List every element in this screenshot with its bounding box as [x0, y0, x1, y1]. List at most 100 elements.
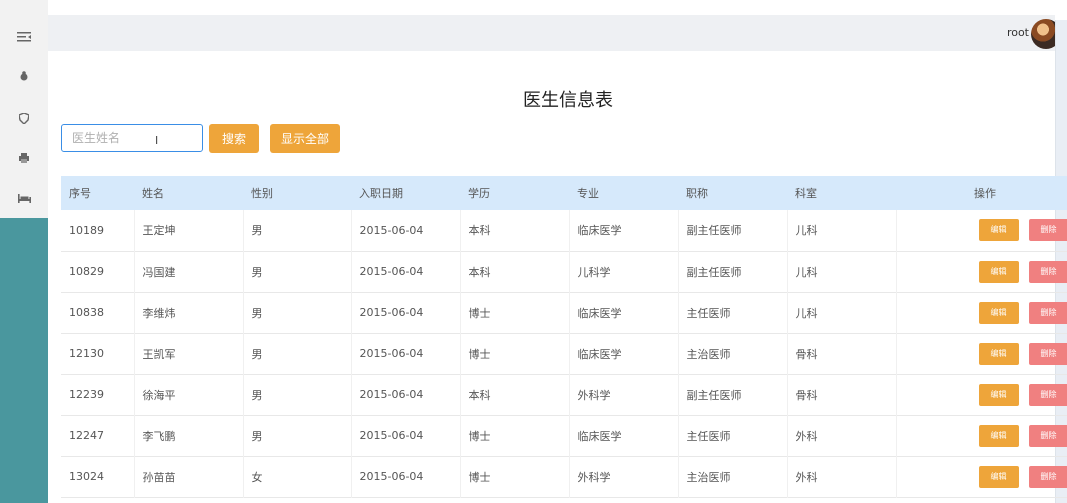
bed-icon[interactable] [14, 188, 34, 208]
cell-gender: 男 [243, 374, 352, 415]
cell-major: 临床医学 [569, 292, 679, 333]
cell-actions: 编辑 删除 [896, 210, 1067, 251]
cell-dept: 儿科 [787, 210, 897, 251]
cell-title: 主任医师 [678, 415, 788, 456]
edit-button[interactable]: 编辑 [978, 301, 1019, 324]
delete-button[interactable]: 删除 [1028, 260, 1067, 283]
cell-dept: 儿科 [787, 251, 897, 292]
cell-date: 2015-06-04 [351, 210, 461, 251]
delete-button[interactable]: 删除 [1028, 383, 1067, 406]
cell-title: 主任医师 [678, 292, 788, 333]
cell-id: 12239 [61, 374, 135, 415]
doctor-name-search-input[interactable] [61, 124, 203, 152]
column-header: 职称 [686, 187, 708, 200]
search-button[interactable]: 搜索 [209, 124, 259, 153]
sidebar-accent [0, 218, 48, 503]
cell-gender: 女 [243, 456, 352, 497]
table-row: 12130 王凯军男 2015-06-04 博士 临床医学 主治医师 骨科 编辑 删除 [61, 333, 1067, 374]
cell-name: 李飞鹏 [134, 415, 244, 456]
table-row: 10829 冯国建男 2015-06-04 本科 儿科学 副主任医师 儿科 编辑 删除 [61, 251, 1067, 292]
column-header: 操作 [974, 187, 996, 200]
cell-major: 临床医学 [569, 333, 679, 374]
column-header: 科室 [795, 187, 817, 200]
cell-date: 2015-06-04 [351, 415, 461, 456]
cell-id: 10838 [61, 292, 135, 333]
cell-edu: 博士 [460, 292, 570, 333]
table-row: 10838 李维炜男 2015-06-04 博士 临床医学 主任医师 儿科 编辑 删除 [61, 292, 1067, 333]
cell-gender: 男 [243, 210, 352, 251]
edit-button[interactable]: 编辑 [978, 424, 1019, 447]
cell-actions: 编辑 删除 [896, 292, 1067, 333]
column-header: 学历 [468, 187, 490, 200]
cell-edu: 博士 [460, 415, 570, 456]
cell-dept: 外科 [787, 456, 897, 497]
shield-icon[interactable] [14, 108, 34, 128]
column-header: 姓名 [142, 187, 164, 200]
username[interactable]: root [1007, 26, 1029, 39]
delete-button[interactable]: 删除 [1028, 219, 1067, 242]
edit-button[interactable]: 编辑 [978, 219, 1019, 242]
cell-edu: 本科 [460, 210, 570, 251]
table-row: 10189 王定坤男 2015-06-04 本科 临床医学 副主任医师 儿科 编辑 删除 [61, 210, 1067, 251]
cell-id: 10829 [61, 251, 135, 292]
delete-button[interactable]: 删除 [1028, 424, 1067, 447]
doctor-table: 序号 姓名 性别 入职日期 学历 专业 职称 科室 操作 10189 王定坤男 20… [61, 176, 1067, 498]
cell-name: 孙苗苗 [134, 456, 244, 497]
bug-icon[interactable] [14, 66, 34, 86]
cell-name: 徐海平 [134, 374, 244, 415]
menu-icon[interactable] [14, 27, 34, 47]
sidebar [0, 0, 48, 503]
cell-date: 2015-06-04 [351, 333, 461, 374]
delete-button[interactable]: 删除 [1028, 342, 1067, 365]
cell-title: 副主任医师 [678, 251, 788, 292]
cell-dept: 儿科 [787, 292, 897, 333]
edit-button[interactable]: 编辑 [978, 260, 1019, 283]
cell-major: 外科学 [569, 374, 679, 415]
cell-gender: 男 [243, 415, 352, 456]
cell-date: 2015-06-04 [351, 456, 461, 497]
cell-id: 13024 [61, 456, 135, 497]
cell-dept: 骨科 [787, 333, 897, 374]
cell-edu: 博士 [460, 456, 570, 497]
cell-actions: 编辑 删除 [896, 333, 1067, 374]
cell-name: 李维炜 [134, 292, 244, 333]
edit-button[interactable]: 编辑 [978, 342, 1019, 365]
cell-actions: 编辑 删除 [896, 415, 1067, 456]
table-row: 13024 孙苗苗女 2015-06-04 博士 外科学 主治医师 外科 编辑 删除 [61, 456, 1067, 497]
cell-title: 副主任医师 [678, 374, 788, 415]
edit-button[interactable]: 编辑 [978, 383, 1019, 406]
printer-icon[interactable] [14, 148, 34, 168]
cell-actions: 编辑 删除 [896, 251, 1067, 292]
cell-title: 主治医师 [678, 333, 788, 374]
page-title: 医生信息表 [523, 90, 613, 111]
delete-button[interactable]: 删除 [1028, 301, 1067, 324]
show-all-button[interactable]: 显示全部 [270, 124, 340, 153]
cell-id: 10189 [61, 210, 135, 251]
cell-gender: 男 [243, 292, 352, 333]
cell-name: 冯国建 [134, 251, 244, 292]
cell-gender: 男 [243, 251, 352, 292]
cell-date: 2015-06-04 [351, 251, 461, 292]
column-header: 性别 [251, 187, 273, 200]
column-header: 入职日期 [359, 187, 403, 200]
cell-actions: 编辑 删除 [896, 374, 1067, 415]
delete-button[interactable]: 删除 [1028, 465, 1067, 488]
cell-dept: 外科 [787, 415, 897, 456]
cell-title: 主治医师 [678, 456, 788, 497]
table-header-row: 序号 姓名 性别 入职日期 学历 专业 职称 科室 操作 [61, 176, 1067, 210]
cell-actions: 编辑 删除 [896, 456, 1067, 497]
cell-major: 临床医学 [569, 415, 679, 456]
cell-name: 王定坤 [134, 210, 244, 251]
cell-major: 临床医学 [569, 210, 679, 251]
cell-date: 2015-06-04 [351, 374, 461, 415]
table-row: 12247 李飞鹏男 2015-06-04 博士 临床医学 主任医师 外科 编辑 删除 [61, 415, 1067, 456]
edit-button[interactable]: 编辑 [978, 465, 1019, 488]
column-header: 专业 [577, 187, 599, 200]
cell-id: 12247 [61, 415, 135, 456]
table-row: 12239 徐海平男 2015-06-04 本科 外科学 副主任医师 骨科 编辑 删除 [61, 374, 1067, 415]
cell-id: 12130 [61, 333, 135, 374]
cell-edu: 本科 [460, 374, 570, 415]
cell-edu: 博士 [460, 333, 570, 374]
top-header: root ▼ [48, 15, 1067, 51]
cell-major: 儿科学 [569, 251, 679, 292]
